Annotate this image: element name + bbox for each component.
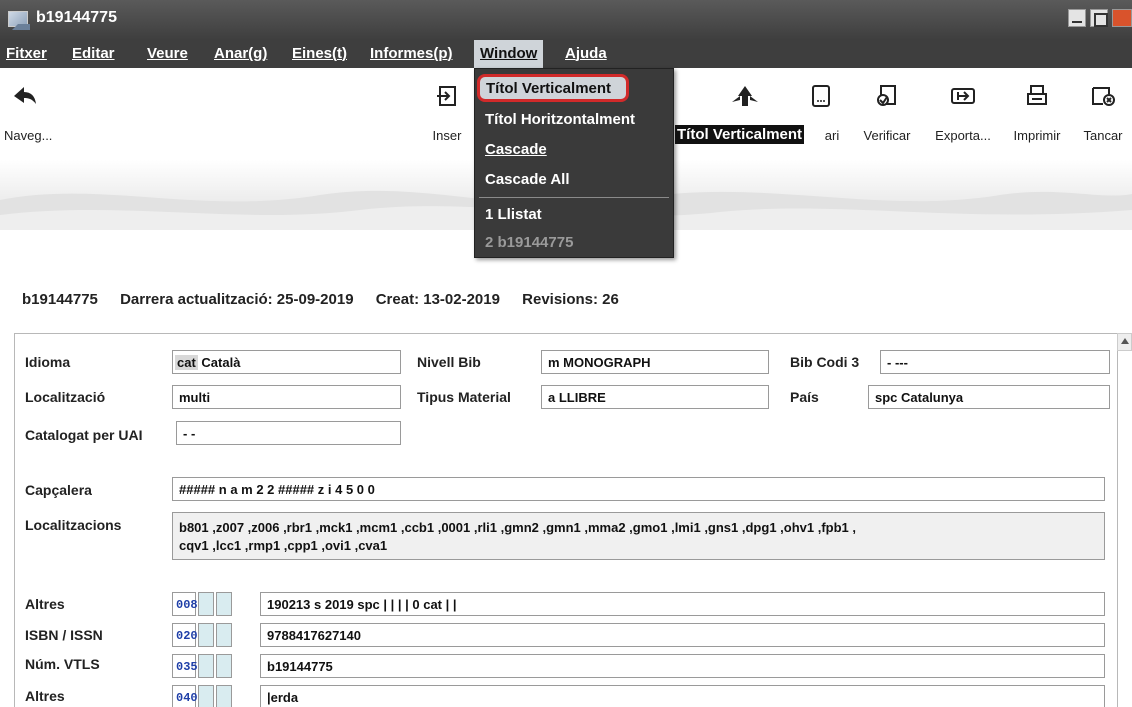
- menu-veure[interactable]: Veure: [147, 45, 188, 62]
- marc-value[interactable]: 9788417627140: [260, 623, 1105, 647]
- indicator-1[interactable]: [198, 685, 214, 707]
- menu-eines[interactable]: Eines(t): [292, 45, 347, 62]
- menu-item-cascade[interactable]: Cascade: [475, 136, 673, 164]
- window-menu-dropdown: Títol Verticalment Títol Horitzontalment…: [474, 68, 674, 258]
- idioma-value: Català: [201, 355, 241, 370]
- record-revisions: Revisions: 26: [522, 291, 619, 308]
- record-info: b19144775 Darrera actualització: 25-09-2…: [22, 291, 637, 308]
- localitzacions-label: Localitzacions: [25, 517, 122, 533]
- verificar-label: Verificar: [863, 128, 911, 143]
- minimize-button[interactable]: [1068, 9, 1086, 27]
- menu-anar[interactable]: Anar(g): [214, 45, 267, 62]
- indicator-1[interactable]: [198, 592, 214, 616]
- tipus-material-label: Tipus Material: [417, 389, 511, 405]
- idioma-label: Idioma: [25, 354, 71, 370]
- idioma-code: cat: [175, 355, 198, 370]
- bib-codi3-field[interactable]: - ---: [880, 350, 1110, 374]
- menu-item-llistat[interactable]: 1 Llistat: [475, 201, 673, 229]
- maximize-button[interactable]: [1090, 9, 1108, 27]
- indicator-1[interactable]: [198, 654, 214, 678]
- marc-row-label: Altres: [25, 596, 65, 612]
- tooltip: Títol Verticalment: [675, 125, 805, 144]
- localitzacions-field[interactable]: b801 ,z007 ,z006 ,rbr1 ,mck1 ,mcm1 ,ccb1…: [172, 512, 1105, 560]
- menu-separator: [479, 197, 669, 198]
- marc-row-label: Altres: [25, 688, 65, 704]
- pais-label: País: [790, 389, 819, 405]
- verificar-button[interactable]: Verificar: [854, 68, 920, 143]
- record-created: Creat: 13-02-2019: [375, 291, 500, 308]
- scroll-up-arrow[interactable]: [1117, 333, 1132, 351]
- indicator-1[interactable]: [198, 623, 214, 647]
- glossary-label: ari: [824, 128, 840, 143]
- inser-label: Inser: [432, 128, 462, 143]
- marc-value[interactable]: 190213 s 2019 spc | | | | 0 cat | |: [260, 592, 1105, 616]
- printer-icon: [1005, 84, 1069, 112]
- title-bar: b19144775: [0, 0, 1132, 40]
- marc-tag[interactable]: 040: [172, 685, 198, 707]
- inser-button[interactable]: Inser: [424, 68, 470, 143]
- menu-item-titol-verticalment[interactable]: Títol Verticalment: [477, 74, 629, 102]
- marc-tag[interactable]: 020: [172, 623, 198, 647]
- export-icon: [924, 84, 1002, 112]
- flow-button[interactable]: [725, 68, 765, 112]
- indicator-2[interactable]: [216, 654, 232, 678]
- close-doc-icon: [1076, 84, 1130, 112]
- flow-icon: [725, 84, 765, 112]
- glossary-button[interactable]: ari: [800, 68, 842, 143]
- marc-tag[interactable]: 035: [172, 654, 198, 678]
- verify-icon: [854, 84, 920, 112]
- exporta-label: Exporta...: [935, 128, 991, 143]
- insert-icon: [424, 84, 470, 112]
- imprimir-label: Imprimir: [1013, 128, 1061, 143]
- menu-bar: Fitxer Editar Veure Anar(g) Eines(t) Inf…: [0, 40, 1132, 68]
- exporta-button[interactable]: Exporta...: [924, 68, 1002, 143]
- indicator-2[interactable]: [216, 685, 232, 707]
- marc-row-label: ISBN / ISSN: [25, 627, 103, 643]
- window-title: b19144775: [36, 9, 117, 26]
- menu-item-b19144775[interactable]: 2 b19144775: [475, 229, 673, 257]
- capcalera-label: Capçalera: [25, 482, 92, 498]
- menu-ajuda[interactable]: Ajuda: [565, 45, 607, 62]
- menu-item-titol-horitzontalment[interactable]: Títol Horitzontalment: [475, 106, 673, 134]
- bib-codi3-label: Bib Codi 3: [790, 354, 860, 370]
- localitzacio-field[interactable]: multi: [172, 385, 401, 409]
- marc-tag[interactable]: 008: [172, 592, 198, 616]
- tancar-label: Tancar: [1083, 128, 1123, 143]
- naveg-button[interactable]: Naveg...: [4, 68, 64, 143]
- menu-informes[interactable]: Informes(p): [370, 45, 453, 62]
- menu-item-cascade-all[interactable]: Cascade All: [475, 166, 673, 194]
- nivell-bib-label: Nivell Bib: [417, 354, 481, 370]
- localitzacions-line1: b801 ,z007 ,z006 ,rbr1 ,mck1 ,mcm1 ,ccb1…: [179, 520, 856, 535]
- marc-value[interactable]: |erda: [260, 685, 1105, 707]
- back-arrow-icon: [12, 84, 64, 112]
- localitzacio-label: Localització: [25, 389, 106, 405]
- record-id: b19144775: [22, 291, 98, 308]
- app-icon: [8, 11, 30, 30]
- menu-editar[interactable]: Editar: [72, 45, 115, 62]
- record-updated: Darrera actualització: 25-09-2019: [120, 291, 354, 308]
- indicator-2[interactable]: [216, 592, 232, 616]
- imprimir-button[interactable]: Imprimir: [1005, 68, 1069, 143]
- glossary-icon: [800, 84, 842, 112]
- menu-window[interactable]: Window: [474, 40, 544, 68]
- naveg-label: Naveg...: [4, 128, 53, 143]
- pais-field[interactable]: spc Catalunya: [868, 385, 1110, 409]
- marc-row-label: Núm. VTLS: [25, 656, 100, 672]
- indicator-2[interactable]: [216, 623, 232, 647]
- nivell-bib-field[interactable]: m MONOGRAPH: [541, 350, 769, 374]
- close-window-button[interactable]: [1112, 9, 1132, 27]
- capcalera-field[interactable]: ##### n a m 2 2 ##### z i 4 5 0 0: [172, 477, 1105, 501]
- tancar-button[interactable]: Tancar: [1076, 68, 1130, 143]
- idioma-field[interactable]: cat Català: [172, 350, 401, 374]
- marc-value[interactable]: b19144775: [260, 654, 1105, 678]
- localitzacions-line2: cqv1 ,lcc1 ,rmp1 ,cpp1 ,ovi1 ,cva1: [179, 538, 388, 553]
- catalogat-label: Catalogat per UAI: [25, 427, 143, 443]
- menu-fitxer[interactable]: Fitxer: [6, 45, 47, 62]
- catalogat-field[interactable]: - -: [176, 421, 401, 445]
- tipus-material-field[interactable]: a LLIBRE: [541, 385, 769, 409]
